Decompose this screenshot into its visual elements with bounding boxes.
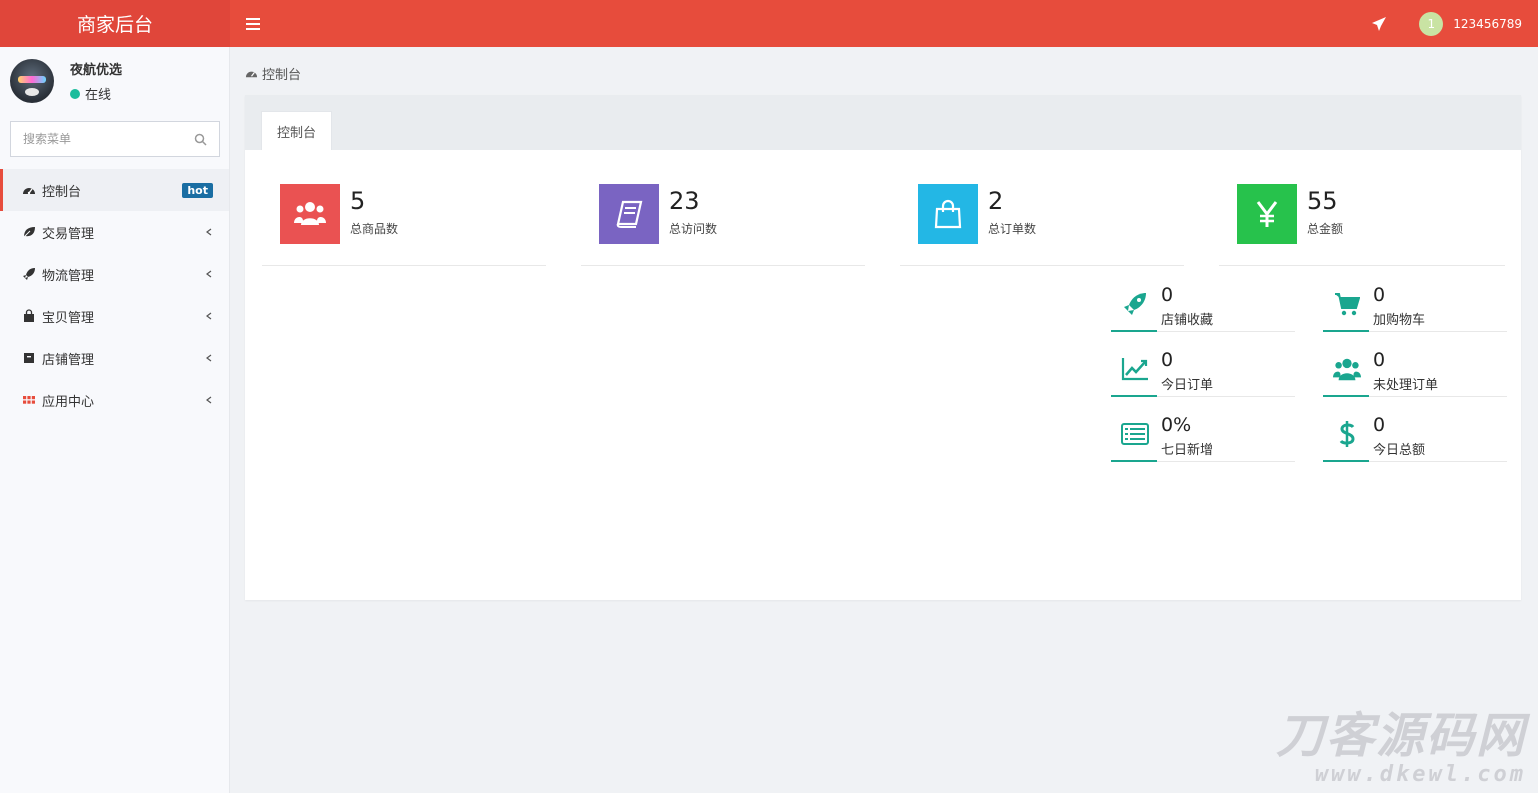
sidebar-item-label: 宝贝管理 — [42, 310, 95, 326]
stat-visits: 23 总访问数 — [581, 184, 865, 266]
mini-stat-cart: 0 加购物车 — [1323, 282, 1507, 332]
sidebar-item-label: 控制台 — [42, 184, 82, 200]
sidebar-item-trade[interactable]: 交易管理 — [0, 211, 229, 253]
mini-stat-today-orders: 0 今日订单 — [1111, 347, 1295, 397]
mini-stat-label: 今日总额 — [1373, 443, 1426, 458]
watermark: 刀客源码网 www.dkewl.com — [1276, 710, 1526, 787]
mini-stat-label: 未处理订单 — [1373, 378, 1439, 393]
mini-icon-box — [1333, 290, 1361, 318]
shopping-bag-icon — [934, 199, 962, 229]
online-status-icon — [70, 88, 80, 99]
chevron-left-icon — [206, 228, 212, 236]
stat-value: 5 — [350, 187, 366, 215]
mini-icon-box — [1121, 290, 1149, 318]
stat-icon-box — [1237, 184, 1297, 244]
paper-plane-icon[interactable] — [1371, 16, 1387, 32]
mini-stat-label: 七日新增 — [1161, 443, 1214, 458]
status-text: 在线 — [85, 88, 112, 103]
panel-header: 控制台 — [245, 95, 1521, 150]
rocket-icon — [23, 268, 35, 280]
sidebar-item-label: 应用中心 — [42, 394, 95, 410]
leaf-icon — [23, 227, 35, 238]
mini-icon-box — [1121, 420, 1149, 448]
sidebar-item-shop[interactable]: 店铺管理 — [0, 337, 229, 379]
chevron-left-icon — [206, 396, 212, 404]
top-bar: 商家后台 1 123456789 — [0, 0, 1538, 47]
mini-stat-pending-orders: 0 未处理订单 — [1323, 347, 1507, 397]
user-name: 夜航优选 — [70, 63, 123, 78]
mini-stat-today-total: 0 今日总额 — [1323, 412, 1507, 462]
mini-stat-value: 0 — [1161, 284, 1174, 306]
stat-value: 55 — [1307, 187, 1338, 215]
sidebar-item-dashboard[interactable]: 控制台 hot — [0, 169, 229, 211]
yen-icon — [1256, 201, 1278, 227]
stat-label: 总金额 — [1307, 222, 1344, 236]
stat-label: 总访问数 — [669, 222, 718, 236]
mini-stat-value: 0 — [1373, 414, 1386, 436]
sidebar-item-label: 物流管理 — [42, 268, 95, 284]
watermark-main: 刀客源码网 — [1275, 708, 1526, 764]
breadcrumb: 控制台 — [245, 64, 301, 83]
chevron-left-icon — [206, 354, 212, 362]
mini-stat-seven-day-new: 0% 七日新增 — [1111, 412, 1295, 462]
username-label[interactable]: 123456789 — [1453, 17, 1522, 31]
sidebar-item-products[interactable]: 宝贝管理 — [0, 295, 229, 337]
mini-icon-box — [1333, 355, 1361, 383]
stat-value: 2 — [988, 187, 1004, 215]
archive-icon — [24, 353, 34, 363]
users-icon — [294, 202, 326, 225]
line-chart-icon — [1121, 358, 1148, 381]
dollar-icon — [1339, 421, 1355, 447]
breadcrumb-label[interactable]: 控制台 — [262, 64, 301, 83]
stat-icon-box — [280, 184, 340, 244]
sidebar-item-label: 交易管理 — [42, 226, 95, 242]
shopping-bag-icon — [24, 309, 34, 322]
dashboard-icon — [23, 188, 35, 195]
mini-stat-label: 加购物车 — [1373, 313, 1426, 328]
chevron-left-icon — [206, 312, 212, 320]
cart-icon — [1335, 293, 1360, 316]
mini-stat-value: 0% — [1161, 414, 1192, 436]
dashboard-icon — [245, 71, 258, 78]
brand-title[interactable]: 商家后台 — [0, 0, 230, 47]
stat-value: 23 — [669, 187, 700, 215]
menu-search — [10, 121, 220, 157]
stat-products: 5 总商品数 — [262, 184, 546, 266]
mini-stat-label: 店铺收藏 — [1161, 313, 1214, 328]
stat-icon-box — [599, 184, 659, 244]
book-icon — [616, 200, 643, 228]
chevron-left-icon — [206, 270, 212, 278]
user-status: 在线 — [70, 84, 122, 103]
user-avatar-small[interactable]: 1 — [1419, 11, 1444, 36]
stat-label: 总商品数 — [350, 222, 399, 236]
dashboard-panel: 控制台 5 总商品数 23 总访问数 2 总订单数 55 总金额 0 店铺收藏 … — [245, 95, 1521, 600]
rocket-icon — [1124, 293, 1146, 315]
tab-dashboard[interactable]: 控制台 — [261, 111, 333, 150]
mini-stat-label: 今日订单 — [1161, 378, 1214, 393]
mini-icon-box — [1333, 420, 1361, 448]
sidebar-item-label: 店铺管理 — [42, 352, 95, 368]
mini-stat-favorites: 0 店铺收藏 — [1111, 282, 1295, 332]
stat-amount: 55 总金额 — [1219, 184, 1505, 266]
grid-icon — [23, 396, 35, 404]
sidebar-item-logistics[interactable]: 物流管理 — [0, 253, 229, 295]
mini-icon-box — [1121, 355, 1149, 383]
avatar — [10, 59, 54, 103]
hot-badge: hot — [182, 182, 213, 198]
mini-stat-value: 0 — [1373, 284, 1386, 306]
stat-orders: 2 总订单数 — [900, 184, 1184, 266]
menu-toggle-icon[interactable] — [246, 17, 260, 30]
search-icon[interactable] — [194, 133, 207, 146]
watermark-sub: www.dkewl.com — [1314, 762, 1526, 787]
list-icon — [1121, 423, 1149, 445]
stat-label: 总订单数 — [988, 222, 1037, 236]
stat-icon-box — [918, 184, 978, 244]
menu-search-input[interactable] — [23, 132, 194, 146]
mini-stat-value: 0 — [1161, 349, 1174, 371]
mini-stat-value: 0 — [1373, 349, 1386, 371]
users-icon — [1333, 358, 1361, 381]
user-panel: 夜航优选 在线 — [0, 47, 229, 115]
sidebar-item-apps[interactable]: 应用中心 — [0, 379, 229, 421]
sidebar: 夜航优选 在线 控制台 hot 交易管理 物流管理 宝贝管理 店铺管理 — [0, 47, 230, 793]
